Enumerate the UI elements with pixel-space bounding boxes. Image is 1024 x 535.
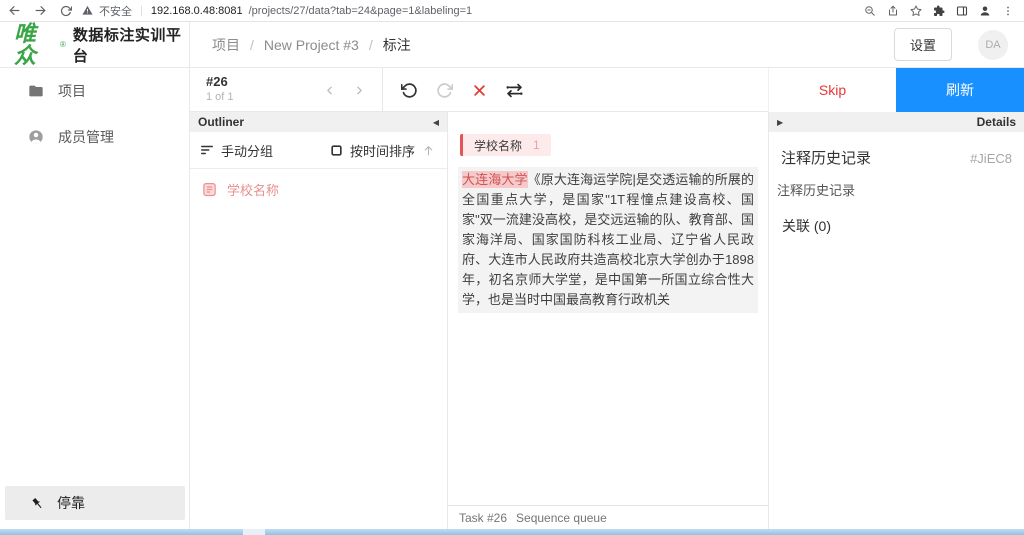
- pin-icon: [30, 496, 45, 511]
- task-info: #26 1 of 1: [206, 74, 234, 103]
- annotation-history-row: 注释历史记录 #JiEC8: [769, 132, 1024, 168]
- manual-group-label: 手动分组: [221, 141, 273, 160]
- breadcrumb-separator: /: [250, 37, 254, 53]
- avatar[interactable]: DA: [978, 30, 1008, 60]
- bookmark-star-icon[interactable]: [910, 5, 922, 17]
- side-panel-icon[interactable]: [956, 5, 968, 17]
- breadcrumb-current: 标注: [383, 35, 411, 55]
- relations-section[interactable]: 关联 (0): [769, 199, 1024, 236]
- browser-forward-icon[interactable]: [34, 4, 47, 17]
- outliner-panel: Outliner ◀ 手动分组 按时间排序 学校名称: [190, 112, 448, 529]
- annotation-content-panel: 学校名称 1 大连海大学《原大连海运学院|是交透运输的所展的全国重点大学，是国家…: [448, 112, 768, 529]
- zoom-icon[interactable]: [864, 5, 876, 17]
- details-title: Details: [977, 115, 1016, 129]
- sidebar-item-label: 成员管理: [58, 127, 114, 147]
- extensions-icon[interactable]: [933, 5, 945, 17]
- sidebar-item-members[interactable]: 成员管理: [0, 114, 189, 160]
- logo-registered-mark: ®: [60, 40, 66, 49]
- details-panel: ▶ Details 注释历史记录 #JiEC8 注释历史记录 关联 (0): [768, 112, 1024, 529]
- region-list-item[interactable]: 学校名称: [190, 169, 447, 210]
- url-path: /projects/27/data?tab=24&page=1&labeling…: [249, 5, 473, 17]
- task-position: 1 of 1: [206, 91, 234, 103]
- entity-tag[interactable]: 学校名称 1: [460, 134, 551, 156]
- history-subtitle: 注释历史记录: [769, 168, 1024, 199]
- highlighted-entity-span[interactable]: 大连海大学: [462, 171, 528, 188]
- app-logo: 唯众® 数据标注实训平台: [0, 22, 190, 67]
- url-domain: 192.168.0.48:8081: [151, 5, 243, 17]
- sidebar: 项目 成员管理 停靠: [0, 68, 190, 529]
- time-sort-icon: [330, 144, 343, 157]
- reset-annotation-icon[interactable]: [468, 79, 490, 101]
- breadcrumb-project-name[interactable]: New Project #3: [264, 37, 359, 53]
- history-title: 注释历史记录: [781, 147, 871, 168]
- paragraph-text: 《原大连海运学院|是交透运输的所展的全国重点大学，是国家"1T程憧点建设高校、国…: [462, 172, 754, 307]
- swap-view-icon[interactable]: [503, 79, 525, 101]
- entity-tag-label: 学校名称: [474, 137, 522, 154]
- footer-queue-label: Sequence queue: [516, 511, 607, 525]
- members-icon: [28, 129, 44, 145]
- settings-button[interactable]: 设置: [894, 28, 952, 61]
- profile-icon[interactable]: [979, 5, 991, 17]
- annotation-toolbar: #26 1 of 1 Skip 刷新: [190, 68, 1024, 112]
- browser-reload-icon[interactable]: [60, 5, 72, 17]
- browser-chrome: 不安全 | 192.168.0.48:8081/projects/27/data…: [0, 0, 1024, 22]
- task-id: #26: [206, 74, 234, 89]
- details-expand-icon[interactable]: ▶: [777, 118, 783, 127]
- dock-label: 停靠: [57, 493, 85, 513]
- address-separator: |: [138, 5, 145, 17]
- manual-group-control[interactable]: 手动分组: [200, 141, 273, 160]
- redo-icon[interactable]: [433, 79, 455, 101]
- sort-ascending-icon[interactable]: [422, 144, 435, 157]
- next-task-icon[interactable]: [353, 84, 366, 97]
- time-sort-control[interactable]: 按时间排序: [330, 141, 435, 160]
- entity-tag-count: 1: [533, 138, 540, 152]
- time-sort-label: 按时间排序: [350, 141, 415, 160]
- browser-back-icon[interactable]: [8, 4, 21, 17]
- browser-menu-icon[interactable]: [1002, 5, 1014, 17]
- dock-button[interactable]: 停靠: [5, 486, 185, 520]
- sidebar-item-projects[interactable]: 项目: [0, 68, 189, 114]
- undo-icon[interactable]: [398, 79, 420, 101]
- breadcrumb-projects[interactable]: 项目: [212, 35, 240, 55]
- task-footer: Task #26 Sequence queue: [448, 505, 768, 529]
- region-label: 学校名称: [227, 180, 279, 199]
- warning-triangle-icon: [82, 5, 93, 16]
- taskbar-strip: [0, 529, 1024, 535]
- share-icon[interactable]: [887, 5, 899, 17]
- skip-button[interactable]: Skip: [768, 68, 896, 112]
- app-title: 数据标注实训平台: [73, 24, 189, 66]
- group-lines-icon: [200, 143, 214, 157]
- task-nav-section: #26 1 of 1: [190, 68, 383, 112]
- folder-icon: [28, 83, 44, 99]
- taskbar-app-icon: [243, 529, 265, 535]
- breadcrumb-separator: /: [369, 37, 373, 53]
- refresh-button[interactable]: 刷新: [896, 68, 1024, 112]
- annotation-text: 大连海大学《原大连海运学院|是交透运输的所展的全国重点大学，是国家"1T程憧点建…: [458, 167, 758, 313]
- footer-task-ref: Task #26: [459, 511, 507, 525]
- sidebar-item-label: 项目: [58, 81, 86, 101]
- logo-text: 唯众: [14, 23, 59, 67]
- outliner-collapse-icon[interactable]: ◀: [433, 118, 439, 127]
- outliner-title: Outliner: [198, 115, 244, 129]
- prev-task-icon[interactable]: [323, 84, 336, 97]
- region-doc-icon: [202, 182, 217, 197]
- app-header: 唯众® 数据标注实训平台 项目 / New Project #3 / 标注 设置…: [0, 22, 1024, 68]
- address-bar[interactable]: 不安全 | 192.168.0.48:8081/projects/27/data…: [82, 3, 864, 19]
- security-label: 不安全: [99, 3, 132, 19]
- breadcrumb: 项目 / New Project #3 / 标注: [212, 35, 411, 55]
- history-id: #JiEC8: [970, 151, 1012, 166]
